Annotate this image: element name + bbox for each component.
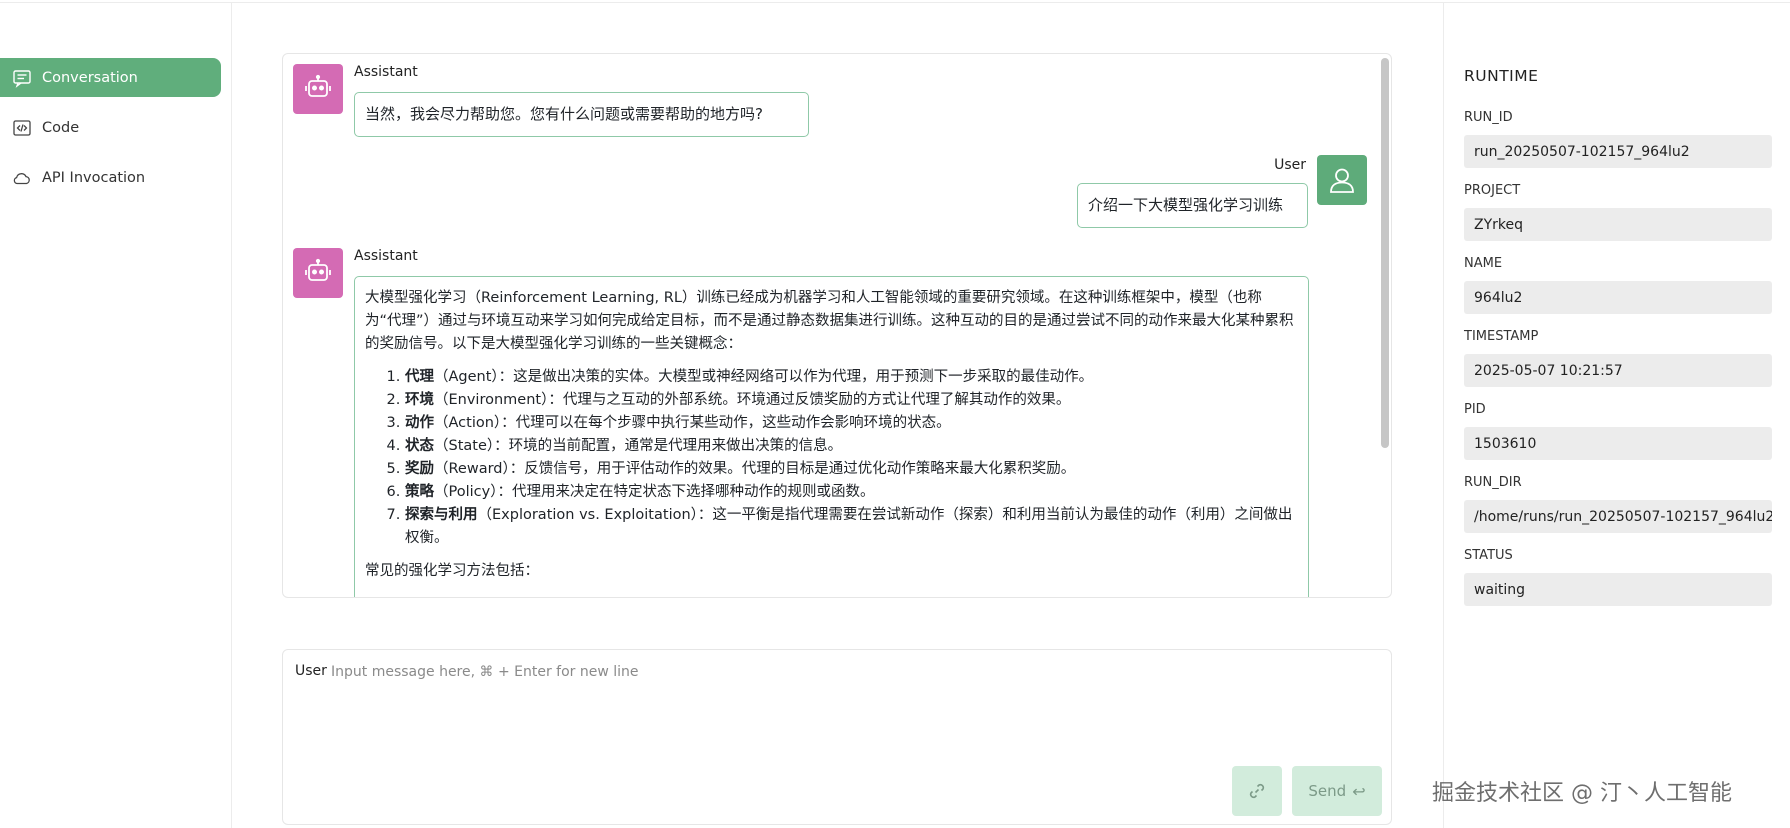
- input-label: User: [295, 663, 327, 679]
- message-composer: User Send ↩: [282, 649, 1392, 825]
- runtime-field-label: NAME: [1464, 256, 1503, 271]
- runtime-field-value: /home/runs/run_20250507-102157_964lu2: [1474, 508, 1772, 525]
- sidebar-item-label: Conversation: [42, 69, 138, 86]
- message-input[interactable]: [331, 658, 1371, 686]
- list-item-term: 探索与利用: [405, 507, 478, 523]
- assistant-message-bubble: 当然，我会尽力帮助您。您有什么问题或需要帮助的地方吗?: [354, 92, 809, 137]
- list-item-desc: 环境的当前配置，通常是代理用来做出决策的信息。: [508, 438, 843, 454]
- runtime-field-label: PROJECT: [1464, 183, 1521, 198]
- chat-panel[interactable]: Assistant 当然，我会尽力帮助您。您有什么问题或需要帮助的地方吗? Us…: [282, 53, 1392, 598]
- code-icon: [12, 118, 32, 138]
- runtime-title: RUNTIME: [1464, 67, 1539, 85]
- list-item-term: 状态: [405, 438, 434, 454]
- sidebar-item-conversation[interactable]: Conversation: [0, 58, 221, 97]
- runtime-panel: RUNTIME RUN_ID run_20250507-102157_964lu…: [1443, 3, 1790, 828]
- runtime-field-status: waiting: [1464, 573, 1772, 606]
- robot-icon: [305, 74, 331, 97]
- list-item-desc: 代理可以在每个步骤中执行某些动作，这些动作会影响环境的状态。: [515, 415, 951, 431]
- runtime-field-run-id: run_20250507-102157_964lu2: [1464, 135, 1772, 168]
- list-item-en: （Action）：: [434, 415, 516, 431]
- send-button[interactable]: Send ↩: [1292, 766, 1382, 816]
- message-text: 当然，我会尽力帮助您。您有什么问题或需要帮助的地方吗?: [365, 105, 763, 123]
- attach-link-button[interactable]: [1232, 766, 1282, 816]
- runtime-field-label: STATUS: [1464, 548, 1513, 563]
- message-text: 介绍一下大模型强化学习训练: [1088, 196, 1284, 214]
- list-item-en: （Policy）：: [434, 484, 512, 500]
- runtime-field-pid: 1503610: [1464, 427, 1772, 460]
- sidebar-item-code[interactable]: Code: [0, 108, 221, 147]
- list-item: 环境（Environment）：代理与之互动的外部系统。环境通过反馈奖励的方式让…: [405, 389, 1298, 412]
- chat-icon: [12, 68, 32, 88]
- robot-icon: [305, 258, 331, 281]
- user-icon: [1330, 168, 1354, 193]
- list-item-term: 奖励: [405, 461, 434, 477]
- user-avatar: [1317, 155, 1367, 205]
- message-sender: Assistant: [354, 64, 418, 80]
- assistant-avatar: [293, 248, 343, 298]
- list-item-en: （State）：: [434, 438, 509, 454]
- runtime-field-value: ZYrkeq: [1474, 216, 1524, 233]
- concept-list: 代理（Agent）：这是做出决策的实体。大模型或神经网络可以作为代理，用于预测下…: [365, 366, 1298, 550]
- runtime-field-label: TIMESTAMP: [1464, 329, 1539, 344]
- runtime-field-value: run_20250507-102157_964lu2: [1474, 143, 1690, 160]
- list-item-term: 策略: [405, 484, 434, 500]
- message-sender: Assistant: [354, 248, 418, 264]
- sidebar: Conversation Code API Invocation: [0, 3, 232, 828]
- runtime-field-label: RUN_DIR: [1464, 475, 1522, 490]
- cloud-icon: [12, 168, 32, 188]
- list-item: 探索与利用（Exploration vs. Exploitation）：这一平衡…: [405, 504, 1298, 550]
- list-item-en: （Reward）：: [434, 461, 525, 477]
- user-message-bubble: 介绍一下大模型强化学习训练: [1077, 183, 1308, 228]
- runtime-field-label: PID: [1464, 402, 1486, 417]
- list-item-en: （Agent）：: [434, 369, 514, 385]
- runtime-field-timestamp: 2025-05-07 10:21:57: [1464, 354, 1772, 387]
- runtime-field-value: 1503610: [1474, 435, 1537, 452]
- list-item-term: 代理: [405, 369, 434, 385]
- sidebar-item-api-invocation[interactable]: API Invocation: [0, 158, 221, 197]
- runtime-field-label: RUN_ID: [1464, 110, 1513, 125]
- list-item-desc: 代理与之互动的外部系统。环境通过反馈奖励的方式让代理了解其动作的效果。: [562, 392, 1071, 408]
- message-intro: 大模型强化学习（Reinforcement Learning, RL）训练已经成…: [365, 290, 1294, 352]
- runtime-field-value: waiting: [1474, 581, 1526, 598]
- enter-icon: ↩: [1352, 781, 1366, 801]
- sidebar-item-label: Code: [42, 119, 80, 136]
- list-item-desc: 反馈信号，用于评估动作的效果。代理的目标是通过优化动作策略来最大化累积奖励。: [524, 461, 1076, 477]
- list-item-desc: 代理用来决定在特定状态下选择哪种动作的规则或函数。: [511, 484, 875, 500]
- assistant-avatar: [293, 64, 343, 114]
- runtime-field-name: 964lu2: [1464, 281, 1772, 314]
- send-label: Send: [1308, 782, 1347, 800]
- assistant-message-bubble: 大模型强化学习（Reinforcement Learning, RL）训练已经成…: [354, 276, 1309, 597]
- runtime-field-project: ZYrkeq: [1464, 208, 1772, 241]
- list-item-term: 动作: [405, 415, 434, 431]
- list-item: 策略（Policy）：代理用来决定在特定状态下选择哪种动作的规则或函数。: [405, 481, 1298, 504]
- message-outro: 常见的强化学习方法包括：: [365, 563, 539, 579]
- list-item-en: （Exploration vs. Exploitation）：: [477, 507, 713, 523]
- list-item: 动作（Action）：代理可以在每个步骤中执行某些动作，这些动作会影响环境的状态…: [405, 412, 1298, 435]
- sidebar-item-label: API Invocation: [42, 169, 146, 186]
- list-item: 奖励（Reward）：反馈信号，用于评估动作的效果。代理的目标是通过优化动作策略…: [405, 458, 1298, 481]
- list-item-term: 环境: [405, 392, 434, 408]
- list-item-desc: 这是做出决策的实体。大模型或神经网络可以作为代理，用于预测下一步采取的最佳动作。: [513, 369, 1094, 385]
- runtime-field-run-dir: /home/runs/run_20250507-102157_964lu2: [1464, 500, 1772, 533]
- watermark: 掘金技术社区 @ 汀丶人工智能: [1432, 781, 1732, 806]
- chat-scrollbar[interactable]: [1381, 58, 1389, 448]
- list-item: 代理（Agent）：这是做出决策的实体。大模型或神经网络可以作为代理，用于预测下…: [405, 366, 1298, 389]
- link-icon: [1249, 783, 1265, 799]
- list-item-en: （Environment）：: [434, 392, 563, 408]
- message-sender: User: [1274, 157, 1306, 173]
- app-root: Conversation Code API Invocation Assista…: [0, 0, 1790, 828]
- list-item: 状态（State）：环境的当前配置，通常是代理用来做出决策的信息。: [405, 435, 1298, 458]
- runtime-field-value: 2025-05-07 10:21:57: [1474, 362, 1623, 379]
- runtime-field-value: 964lu2: [1474, 289, 1523, 306]
